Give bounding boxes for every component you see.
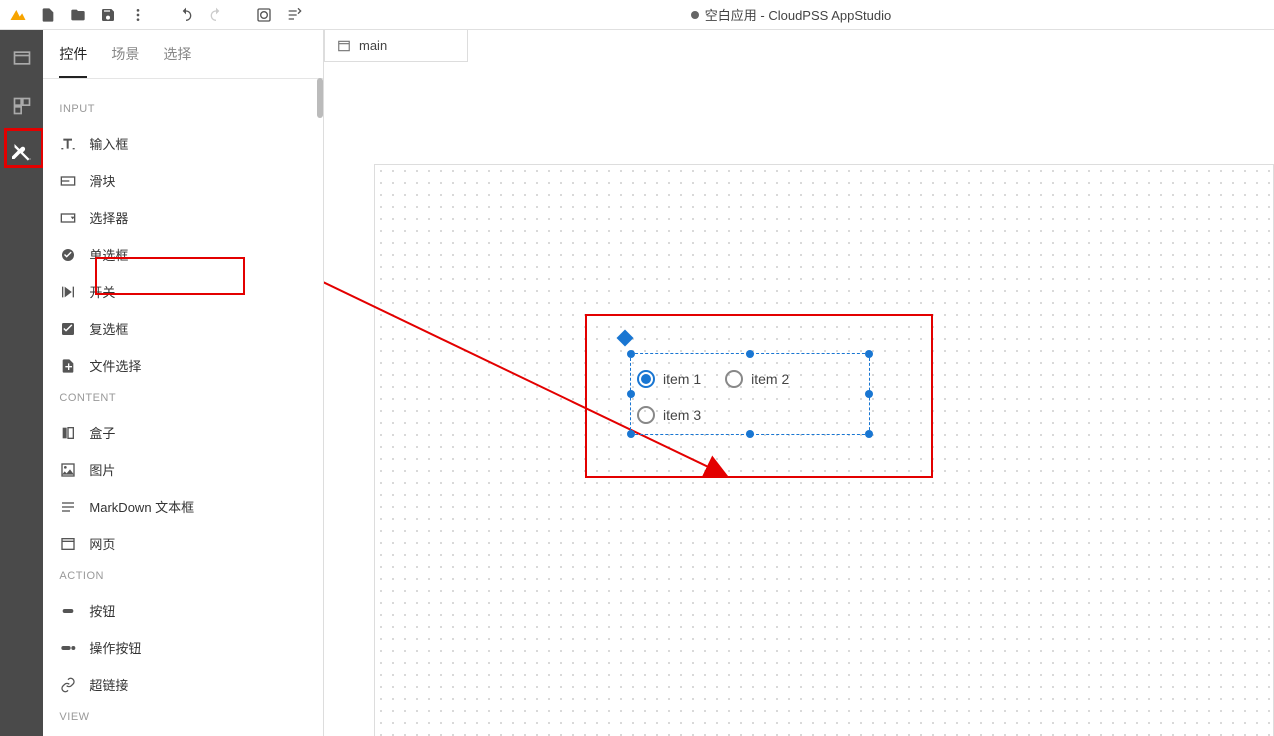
- widget-label: 操作按钮: [89, 638, 141, 657]
- resize-handle-w[interactable]: [627, 390, 635, 398]
- radio-option-3[interactable]: item 3: [637, 406, 701, 424]
- button-icon: [59, 602, 77, 620]
- widget-input[interactable]: 输入框: [51, 125, 315, 162]
- widget-checkbox[interactable]: 复选框: [51, 310, 315, 347]
- file-tab-label: main: [359, 38, 387, 53]
- radio-circle-icon: [637, 406, 655, 424]
- radio-label: item 2: [751, 371, 789, 387]
- widget-label: 滑块: [89, 171, 115, 190]
- widget-label: 超链接: [89, 675, 128, 694]
- rail-tools-icon[interactable]: [10, 142, 34, 166]
- slider-icon: [59, 172, 77, 190]
- widget-label: 图片: [89, 460, 115, 479]
- widget-image[interactable]: 图片: [51, 451, 315, 488]
- image-icon: [59, 461, 77, 479]
- radio-label: item 1: [663, 371, 701, 387]
- radio-icon: [59, 246, 77, 264]
- markdown-icon: [59, 498, 77, 516]
- title-text: 空白应用 - CloudPSS AppStudio: [705, 5, 891, 24]
- link-icon: [59, 676, 77, 694]
- widget-link[interactable]: 超链接: [51, 666, 315, 703]
- widget-webpage[interactable]: 网页: [51, 525, 315, 562]
- widget-label: 文件选择: [89, 356, 141, 375]
- widget-label: 按钮: [89, 601, 115, 620]
- window-title: 空白应用 - CloudPSS AppStudio: [308, 5, 1274, 24]
- modified-dot-icon: [691, 11, 699, 19]
- switch-icon: [59, 283, 77, 301]
- widget-switch[interactable]: 开关: [51, 273, 315, 310]
- widget-button[interactable]: 按钮: [51, 592, 315, 629]
- widget-action-button[interactable]: 操作按钮: [51, 629, 315, 666]
- widget-label: 盒子: [89, 423, 115, 442]
- resize-handle-s[interactable]: [746, 430, 754, 438]
- radio-circle-icon: [725, 370, 743, 388]
- widget-label: 复选框: [89, 319, 128, 338]
- checkbox-icon: [59, 320, 77, 338]
- widget-slider[interactable]: 滑块: [51, 162, 315, 199]
- webpage-icon: [59, 535, 77, 553]
- radio-circle-icon: [637, 370, 655, 388]
- select-icon: [59, 209, 77, 227]
- radio-option-2[interactable]: item 2: [725, 370, 789, 388]
- new-file-icon[interactable]: [34, 1, 62, 29]
- section-header-input: INPUT: [51, 95, 315, 125]
- widget-radio[interactable]: 单选框: [51, 236, 315, 273]
- section-header-content: CONTENT: [51, 384, 315, 414]
- widget-label: 输入框: [89, 134, 128, 153]
- redo-icon[interactable]: [202, 1, 230, 29]
- sidebar-panel: 控件 场景 选择 INPUT 输入框 滑块 选择器 单选框 开关 复选框 文件选…: [43, 30, 324, 736]
- widget-label: 开关: [89, 282, 115, 301]
- radio-option-1[interactable]: item 1: [637, 370, 701, 388]
- widget-box[interactable]: 盒子: [51, 414, 315, 451]
- save-icon[interactable]: [94, 1, 122, 29]
- resize-handle-n[interactable]: [746, 350, 754, 358]
- main-area: main: [324, 30, 1274, 736]
- rail-pages-icon[interactable]: [10, 46, 34, 70]
- widget-label: MarkDown 文本框: [89, 497, 194, 516]
- widget-label: 单选框: [89, 245, 128, 264]
- canvas-viewport[interactable]: item 1 item 2 item 3: [324, 64, 1274, 736]
- tab-scenes[interactable]: 场景: [111, 44, 139, 78]
- radio-component[interactable]: item 1 item 2 item 3: [637, 370, 867, 424]
- action-button-icon: [59, 639, 77, 657]
- resize-handle-sw[interactable]: [627, 430, 635, 438]
- left-icon-rail: [0, 30, 43, 736]
- radio-label: item 3: [663, 407, 701, 423]
- top-toolbar: 空白应用 - CloudPSS AppStudio: [0, 0, 1274, 30]
- scrollbar[interactable]: [317, 78, 323, 118]
- preview-icon[interactable]: [250, 1, 278, 29]
- sidebar-widget-list: INPUT 输入框 滑块 选择器 单选框 开关 复选框 文件选择 CONTENT…: [43, 79, 323, 736]
- app-logo-icon[interactable]: [4, 1, 32, 29]
- design-canvas[interactable]: item 1 item 2 item 3: [374, 164, 1274, 736]
- sidebar-tabs: 控件 场景 选择: [43, 30, 323, 79]
- widget-file[interactable]: 文件选择: [51, 347, 315, 384]
- file-tab-main[interactable]: main: [324, 30, 468, 62]
- resize-handle-se[interactable]: [865, 430, 873, 438]
- widget-label: 网页: [89, 534, 115, 553]
- resize-handle-ne[interactable]: [865, 350, 873, 358]
- file-icon: [59, 357, 77, 375]
- section-header-view: VIEW: [51, 703, 315, 733]
- resize-handle-nw[interactable]: [627, 350, 635, 358]
- widget-label: 选择器: [89, 208, 128, 227]
- box-icon: [59, 424, 77, 442]
- file-tab-icon: [337, 39, 351, 53]
- open-folder-icon[interactable]: [64, 1, 92, 29]
- run-icon[interactable]: [280, 1, 308, 29]
- rail-assets-icon[interactable]: [10, 94, 34, 118]
- text-input-icon: [59, 135, 77, 153]
- file-tab-bar: main: [324, 30, 1274, 64]
- tab-select[interactable]: 选择: [163, 44, 191, 78]
- tab-widgets[interactable]: 控件: [59, 44, 87, 78]
- undo-icon[interactable]: [172, 1, 200, 29]
- widget-markdown[interactable]: MarkDown 文本框: [51, 488, 315, 525]
- more-icon[interactable]: [124, 1, 152, 29]
- section-header-action: ACTION: [51, 562, 315, 592]
- widget-select[interactable]: 选择器: [51, 199, 315, 236]
